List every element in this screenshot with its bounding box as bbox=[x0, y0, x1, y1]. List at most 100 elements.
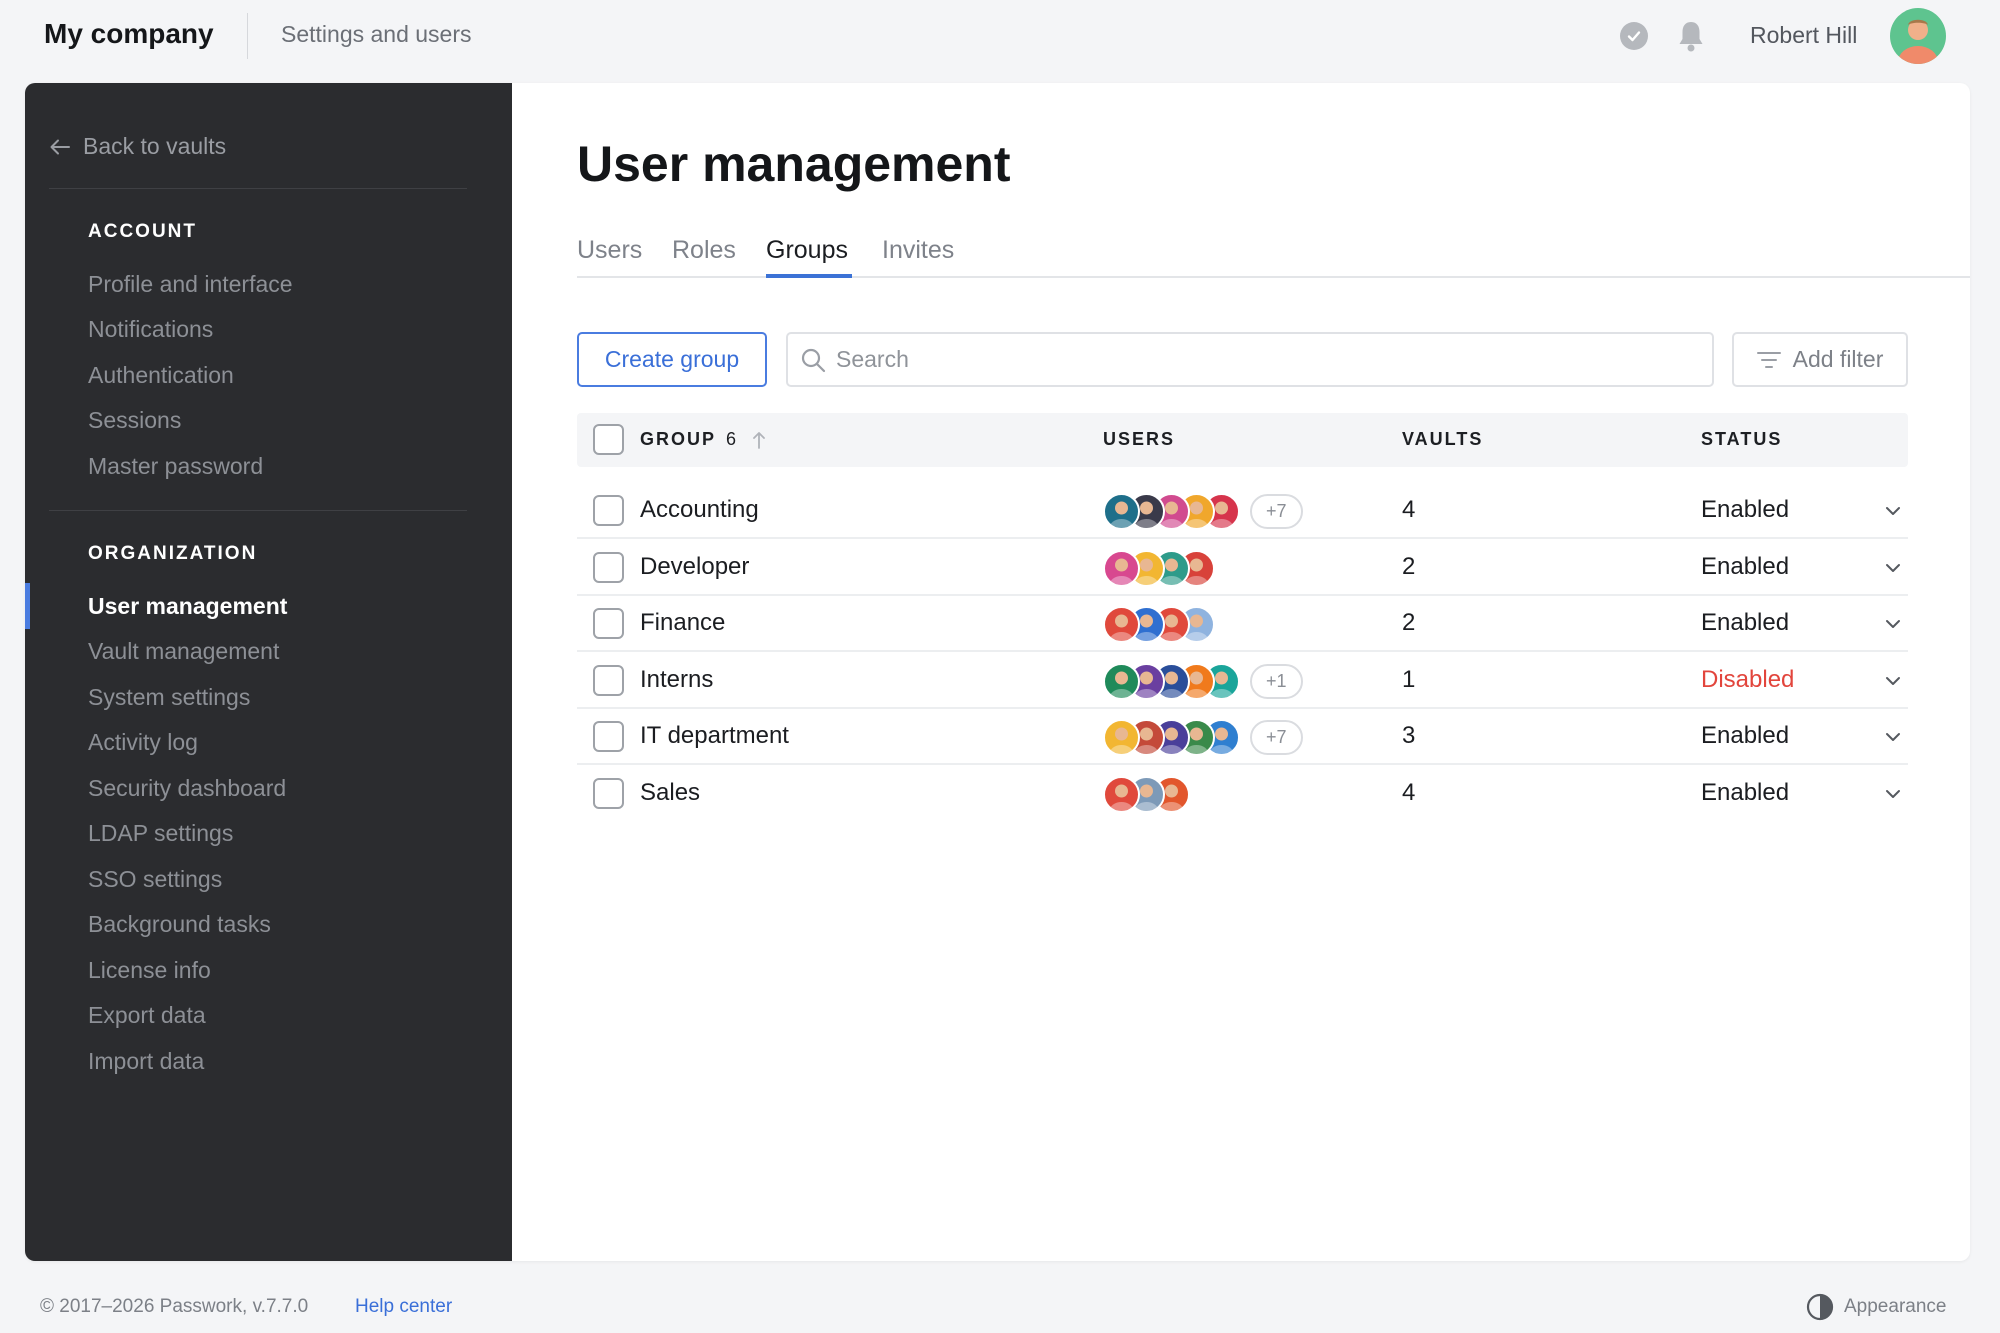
select-all-checkbox[interactable] bbox=[593, 424, 624, 455]
status-badge: Enabled bbox=[1701, 552, 1790, 580]
status-badge: Enabled bbox=[1701, 778, 1790, 806]
group-name[interactable]: Developer bbox=[640, 553, 749, 581]
row-checkbox[interactable] bbox=[593, 551, 624, 583]
sidebar-item-vault-management[interactable]: Vault management bbox=[88, 638, 279, 665]
status-badge: Enabled bbox=[1701, 496, 1790, 523]
sidebar-item-sso-settings[interactable]: SSO settings bbox=[88, 866, 222, 893]
search-input[interactable] bbox=[836, 346, 1696, 373]
contrast-icon bbox=[1806, 1293, 1834, 1321]
top-bar: My company Settings and users Robert Hil… bbox=[0, 0, 2000, 72]
chevron-down-icon[interactable] bbox=[1883, 784, 1903, 804]
tab-bar: Users Roles Groups Invites bbox=[577, 236, 1970, 278]
help-center-link[interactable]: Help center bbox=[355, 1296, 452, 1318]
arrow-left-icon bbox=[50, 139, 70, 154]
bell-icon[interactable] bbox=[1676, 19, 1706, 53]
sidebar-item-master-password[interactable]: Master password bbox=[88, 453, 263, 480]
row-checkbox[interactable] bbox=[593, 721, 624, 752]
column-header-status: STATUS bbox=[1701, 429, 1783, 449]
sidebar-heading-organization: ORGANIZATION bbox=[88, 543, 258, 564]
group-count: 6 bbox=[726, 429, 737, 449]
sidebar-item-sessions[interactable]: Sessions bbox=[88, 407, 181, 434]
vault-count: 2 bbox=[1402, 552, 1416, 580]
row-checkbox[interactable] bbox=[593, 777, 624, 809]
sidebar-item-ldap-settings[interactable]: LDAP settings bbox=[88, 820, 233, 847]
filter-icon bbox=[1756, 351, 1781, 368]
main-content: User management Users Roles Groups Invit… bbox=[512, 83, 1970, 1261]
tab-roles[interactable]: Roles bbox=[672, 236, 736, 273]
table-row[interactable]: Sales 4 Enabled bbox=[577, 766, 1908, 822]
user-avatar-stack[interactable] bbox=[1103, 775, 1190, 813]
sidebar-divider bbox=[49, 510, 467, 511]
tab-groups[interactable]: Groups bbox=[766, 236, 848, 273]
search-icon bbox=[801, 348, 826, 372]
row-checkbox[interactable] bbox=[593, 608, 624, 639]
avatar bbox=[1103, 662, 1140, 700]
create-group-button[interactable]: Create group bbox=[577, 332, 767, 387]
back-link-label: Back to vaults bbox=[83, 133, 227, 159]
page-title: User management bbox=[577, 136, 1011, 192]
sidebar: Back to vaults ACCOUNT Profile and inter… bbox=[25, 83, 512, 1261]
active-indicator bbox=[25, 583, 30, 629]
table-row[interactable]: Accounting +7 4 Enabled bbox=[577, 483, 1908, 539]
header-divider bbox=[247, 13, 248, 59]
sidebar-item-system-settings[interactable]: System settings bbox=[88, 684, 250, 711]
sidebar-item-security-dashboard[interactable]: Security dashboard bbox=[88, 775, 286, 802]
status-badge: Enabled bbox=[1701, 722, 1790, 749]
tab-users[interactable]: Users bbox=[577, 236, 642, 273]
chevron-down-icon[interactable] bbox=[1883, 614, 1903, 634]
table-row[interactable]: Developer 2 Enabled bbox=[577, 540, 1908, 596]
sort-arrow-up-icon[interactable] bbox=[752, 430, 766, 450]
sidebar-item-export-data[interactable]: Export data bbox=[88, 1002, 206, 1029]
sidebar-item-user-management[interactable]: User management bbox=[88, 593, 287, 620]
column-header-group[interactable]: GROUP bbox=[640, 429, 716, 450]
sidebar-item-profile[interactable]: Profile and interface bbox=[88, 271, 293, 298]
active-tab-indicator bbox=[766, 274, 852, 278]
table-header: GROUP 6 USERS VAULTS STATUS bbox=[577, 413, 1908, 467]
chevron-down-icon[interactable] bbox=[1883, 671, 1903, 691]
avatar[interactable] bbox=[1890, 8, 1946, 64]
sidebar-item-background-tasks[interactable]: Background tasks bbox=[88, 911, 271, 938]
table-row[interactable]: IT department +7 3 Enabled bbox=[577, 709, 1908, 765]
user-avatar-stack[interactable]: +7 bbox=[1103, 493, 1303, 530]
sidebar-item-activity-log[interactable]: Activity log bbox=[88, 729, 198, 756]
company-name[interactable]: My company bbox=[44, 18, 214, 50]
appearance-button[interactable]: Appearance bbox=[1806, 1293, 1946, 1321]
group-name[interactable]: Accounting bbox=[640, 496, 759, 524]
chevron-down-icon[interactable] bbox=[1883, 501, 1903, 521]
status-badge: Disabled bbox=[1701, 665, 1795, 693]
avatar bbox=[1103, 493, 1140, 530]
search-box bbox=[786, 332, 1714, 387]
column-header-users: USERS bbox=[1103, 429, 1176, 449]
more-users-badge[interactable]: +7 bbox=[1250, 720, 1303, 755]
row-checkbox[interactable] bbox=[593, 664, 624, 696]
sidebar-item-authentication[interactable]: Authentication bbox=[88, 362, 234, 389]
group-name[interactable]: IT department bbox=[640, 722, 789, 750]
check-circle-icon[interactable] bbox=[1620, 22, 1648, 50]
group-name[interactable]: Sales bbox=[640, 779, 700, 807]
sidebar-item-license-info[interactable]: License info bbox=[88, 957, 211, 984]
chevron-down-icon[interactable] bbox=[1883, 727, 1903, 747]
sidebar-item-notifications[interactable]: Notifications bbox=[88, 316, 213, 343]
current-user-name[interactable]: Robert Hill bbox=[1750, 22, 1857, 49]
chevron-down-icon[interactable] bbox=[1883, 558, 1903, 578]
sidebar-item-import-data[interactable]: Import data bbox=[88, 1048, 204, 1075]
more-users-badge[interactable]: +1 bbox=[1250, 663, 1303, 699]
group-name[interactable]: Interns bbox=[640, 666, 713, 694]
avatar bbox=[1103, 606, 1140, 643]
user-avatar-stack[interactable]: +1 bbox=[1103, 662, 1303, 700]
table-row[interactable]: Interns +1 1 Disabled bbox=[577, 653, 1908, 709]
tab-invites[interactable]: Invites bbox=[882, 236, 954, 273]
avatar bbox=[1103, 775, 1140, 813]
vault-count: 4 bbox=[1402, 778, 1416, 806]
user-avatar-stack[interactable] bbox=[1103, 549, 1215, 587]
row-checkbox[interactable] bbox=[593, 495, 624, 526]
appearance-label: Appearance bbox=[1844, 1296, 1947, 1317]
table-row[interactable]: Finance 2 Enabled bbox=[577, 596, 1908, 652]
user-avatar-stack[interactable]: +7 bbox=[1103, 719, 1303, 756]
back-to-vaults-link[interactable]: Back to vaults bbox=[49, 133, 226, 160]
add-filter-button[interactable]: Add filter bbox=[1732, 332, 1908, 387]
group-name[interactable]: Finance bbox=[640, 609, 725, 637]
user-avatar-stack[interactable] bbox=[1103, 606, 1215, 643]
vault-count: 1 bbox=[1402, 665, 1416, 693]
more-users-badge[interactable]: +7 bbox=[1250, 494, 1303, 529]
